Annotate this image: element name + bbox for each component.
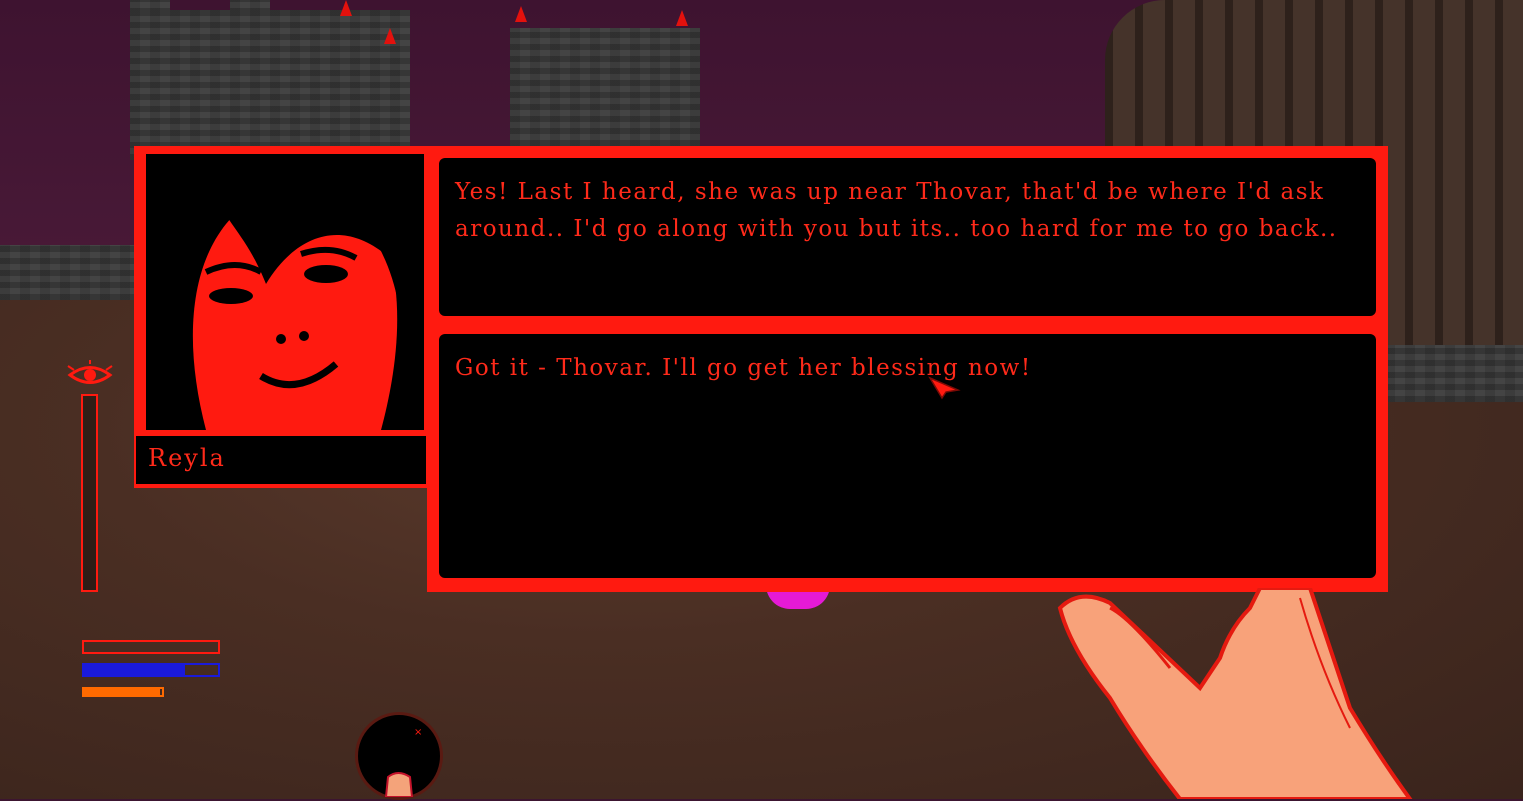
player-hand xyxy=(1057,588,1413,799)
stamina-bar-fill xyxy=(84,689,160,695)
npc-name: Reyla xyxy=(148,444,226,472)
torch-flame xyxy=(515,6,527,22)
visibility-meter xyxy=(81,394,98,592)
npc-portrait xyxy=(146,154,424,430)
torch-flame xyxy=(384,28,396,44)
torch-flame xyxy=(676,10,688,26)
eye-icon xyxy=(67,360,113,384)
castle-tower-left xyxy=(130,10,410,160)
castle-merlon xyxy=(130,0,170,14)
dialog-window: Yes! Last I heard, she was up near Thova… xyxy=(427,146,1388,592)
castle-tower-right xyxy=(510,28,700,158)
reply-option[interactable]: Got it - Thovar. I'll go get her blessin… xyxy=(455,350,1346,387)
compass-hands-icon: × xyxy=(384,727,422,798)
npc-face-image xyxy=(146,154,424,430)
cursor-icon xyxy=(928,376,961,400)
reply-options-box: Got it - Thovar. I'll go get her blessin… xyxy=(439,334,1376,578)
castle-merlon xyxy=(230,0,270,14)
npc-portrait-panel: Reyla xyxy=(134,146,434,488)
npc-dialog-box: Yes! Last I heard, she was up near Thova… xyxy=(439,158,1376,316)
torch-flame xyxy=(340,0,352,16)
health-bar xyxy=(82,640,220,654)
castle-outer-wall xyxy=(0,245,140,300)
compass-icon: × xyxy=(355,712,443,800)
npc-dialog-text: Yes! Last I heard, she was up near Thova… xyxy=(455,179,1338,242)
stamina-bar xyxy=(82,687,164,697)
svg-text:×: × xyxy=(414,727,422,738)
mana-bar xyxy=(82,663,220,677)
castle-wall-right xyxy=(1385,342,1523,402)
mana-bar-fill xyxy=(84,665,185,675)
npc-name-box: Reyla xyxy=(134,434,428,486)
